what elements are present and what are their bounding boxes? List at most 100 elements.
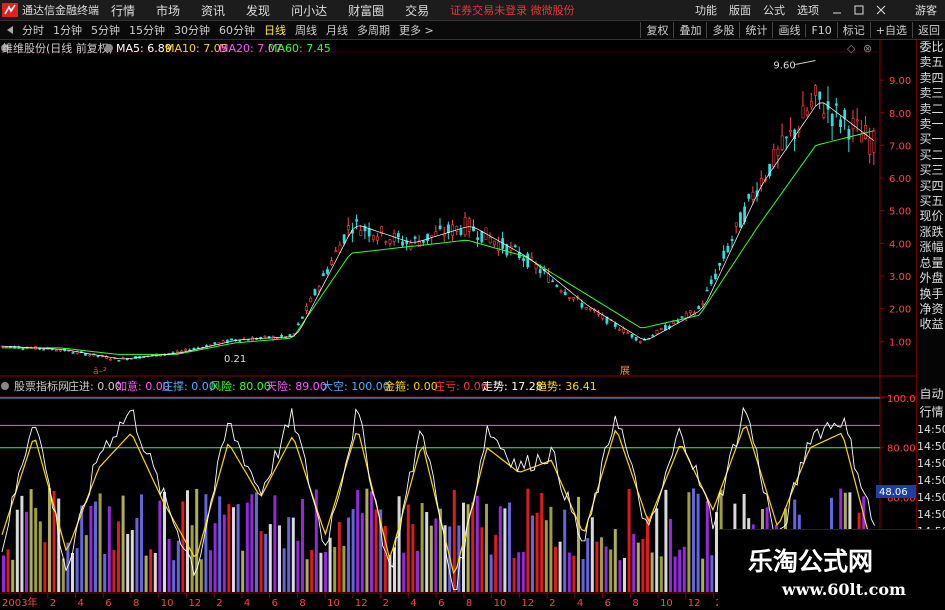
indicator-bar: [319, 552, 323, 592]
login-notice[interactable]: 证券交易未登录 微微股份: [450, 2, 575, 18]
panel-mode-1[interactable]: 行情: [917, 403, 945, 421]
indicator-gear-icon[interactable]: [1, 382, 9, 390]
price-tick-label: 8.00: [889, 109, 911, 120]
time-tick-label: 8: [632, 598, 638, 609]
candle-body: [175, 350, 179, 354]
indicator-bar: [710, 555, 714, 592]
quote-field-16[interactable]: 换手: [917, 287, 945, 302]
quote-side-panel: 委比 卖五 卖四 卖三 卖二 卖一 买一 买二 买三 买四 买五 现价 涨跌 涨幅 总量 外盘 换手 净资 收益自动…: [916, 40, 945, 609]
quote-field-11[interactable]: 现价: [917, 209, 945, 224]
indicator-bar: [195, 488, 199, 592]
period-tab-5min[interactable]: 5分钟: [91, 22, 120, 38]
indicator-value-8: 走势: 17.28: [482, 380, 543, 393]
quote-field-0[interactable]: 委比: [917, 40, 945, 55]
sidebar-toggle-icon[interactable]: [5, 24, 17, 36]
time-tick-label: 6: [438, 598, 444, 609]
candle-body: [109, 358, 112, 361]
mark-button[interactable]: 标记: [836, 22, 870, 38]
ma-settings-icon[interactable]: [105, 44, 113, 52]
candle-body: [588, 308, 592, 310]
quote-field-12[interactable]: 涨跌: [917, 225, 945, 240]
adjust-button[interactable]: 复权: [640, 22, 673, 38]
period-tab-multi[interactable]: 多周期: [357, 22, 390, 38]
indicator-bar: [250, 494, 254, 592]
quote-field-7[interactable]: 买二: [917, 148, 945, 163]
f10-button[interactable]: F10: [805, 23, 836, 37]
menu-formula[interactable]: 公式: [763, 2, 785, 18]
period-tab-monthly[interactable]: 月线: [326, 22, 348, 38]
candle-body: [655, 330, 659, 335]
period-tab-weekly[interactable]: 周线: [295, 22, 317, 38]
period-tab-more[interactable]: 更多 >: [399, 22, 434, 38]
minimize-icon[interactable]: [831, 4, 843, 16]
menu-wealth[interactable]: 财富圈: [348, 2, 384, 19]
indicator-bar: [130, 530, 134, 592]
stock-label[interactable]: 维维股份(日线 前复权): [2, 41, 113, 55]
indicator-name[interactable]: 股票指标网: [14, 379, 69, 393]
back-button[interactable]: 返回: [912, 22, 945, 38]
candle-body: [117, 360, 121, 362]
indicator-bar: [264, 533, 268, 592]
price-tick-label: 4.00: [889, 239, 911, 250]
menu-news[interactable]: 资讯: [201, 2, 225, 19]
quote-field-17[interactable]: 净资: [917, 302, 945, 317]
quote-field-18[interactable]: 收益: [917, 317, 945, 332]
quote-field-8[interactable]: 买三: [917, 163, 945, 178]
indicator-bar: [692, 488, 695, 592]
menu-discover[interactable]: 发现: [246, 2, 270, 19]
stats-button[interactable]: 统计: [739, 22, 772, 38]
indicator-bar: [360, 513, 364, 592]
quote-field-4[interactable]: 卖二: [917, 102, 945, 117]
period-tab-30min[interactable]: 30分钟: [174, 22, 210, 38]
close-icon[interactable]: [875, 4, 887, 16]
quote-field-15[interactable]: 外盘: [917, 271, 945, 286]
indicator-bar: [365, 488, 369, 592]
multi-stock-button[interactable]: 多股: [706, 22, 739, 38]
indicator-bar: [153, 552, 157, 592]
quote-field-5[interactable]: 卖一: [917, 117, 945, 132]
event-marker-zhan[interactable]: 展: [620, 365, 630, 377]
candle-body: [680, 316, 684, 318]
quote-field-13[interactable]: 涨幅: [917, 240, 945, 255]
quote-field-2[interactable]: 卖四: [917, 71, 945, 86]
menu-function[interactable]: 功能: [695, 2, 717, 18]
event-marker[interactable]: â–²: [93, 367, 107, 377]
period-tab-15min[interactable]: 15分钟: [129, 22, 165, 38]
draw-line-button[interactable]: 画线: [772, 22, 805, 38]
panel-mode-0[interactable]: 自动: [917, 385, 945, 403]
indicator-bar: [144, 555, 148, 592]
candle-body: [705, 289, 709, 292]
indicator-bar: [485, 503, 488, 592]
guest-label[interactable]: 游客: [915, 2, 937, 18]
quote-field-14[interactable]: 总量: [917, 256, 945, 271]
menu-quotes[interactable]: 行情: [111, 2, 135, 19]
chart-close-icon[interactable]: ⊗: [863, 42, 872, 55]
period-tab-intraday[interactable]: 分时: [22, 22, 44, 38]
period-tab-1min[interactable]: 1分钟: [53, 22, 82, 38]
period-tab-60min[interactable]: 60分钟: [219, 22, 255, 38]
menu-layout[interactable]: 版面: [729, 2, 751, 18]
period-tab-daily[interactable]: 日线: [264, 22, 286, 38]
quote-field-3[interactable]: 卖三: [917, 86, 945, 101]
quote-field-1[interactable]: 卖五: [917, 55, 945, 70]
candle-body: [638, 341, 642, 343]
menu-ask[interactable]: 问小达: [291, 2, 327, 19]
menu-options[interactable]: 选项: [797, 2, 819, 18]
add-watchlist-button[interactable]: +自选: [869, 22, 912, 38]
maximize-icon[interactable]: [853, 4, 865, 16]
chart-diamond-icon[interactable]: ◇: [847, 42, 856, 55]
quote-field-6[interactable]: 买一: [917, 132, 945, 147]
quote-field-9[interactable]: 买四: [917, 179, 945, 194]
ma60-line: [2, 130, 874, 355]
overlay-button[interactable]: 叠加: [673, 22, 706, 38]
indicator-bar: [291, 517, 295, 592]
indicator-bar: [498, 506, 502, 592]
menu-market[interactable]: 市场: [156, 2, 180, 19]
candle-body: [59, 349, 62, 352]
price-tick-label: 5.00: [889, 207, 911, 218]
chart-area[interactable]: 维维股份(日线 前复权) MA5: 6.89 MA10: 7.05 MA20: …: [0, 40, 916, 609]
menu-trade[interactable]: 交易: [405, 2, 429, 19]
titlebar-right: 功能 版面 公式 选项 游客: [683, 0, 945, 20]
quote-field-10[interactable]: 买五: [917, 194, 945, 209]
indicator-bar: [209, 550, 212, 592]
